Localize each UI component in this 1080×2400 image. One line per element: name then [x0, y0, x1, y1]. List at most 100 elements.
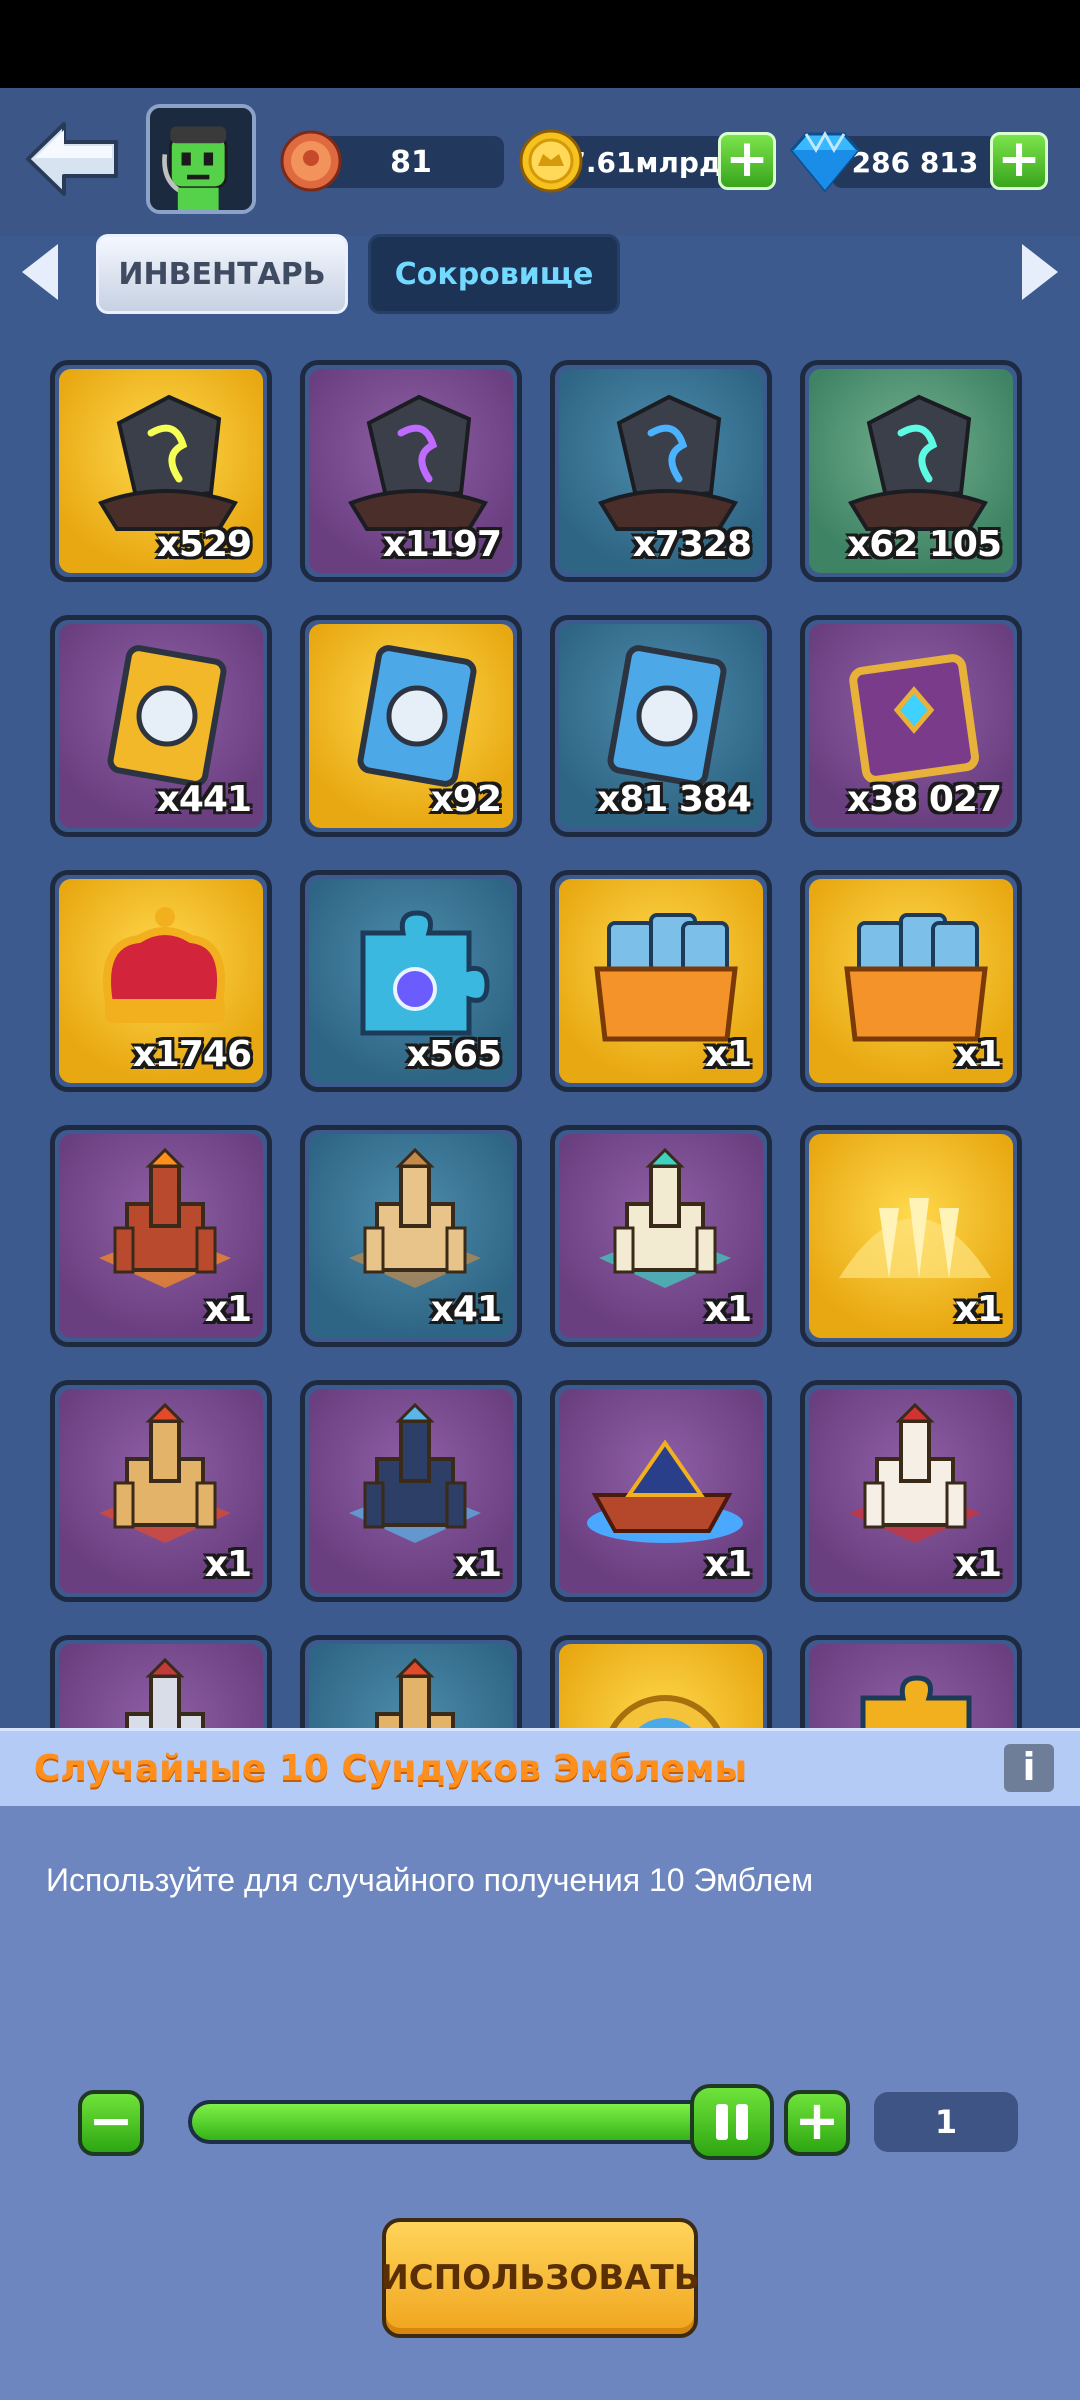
- inventory-slot-background: x441: [59, 624, 263, 828]
- tab-left-arrow-icon[interactable]: [20, 242, 60, 302]
- gold-coin-icon: [519, 129, 583, 193]
- use-button-label: ИСПОЛЬЗОВАТЬ: [380, 2258, 700, 2298]
- silhouette-chest-icon: [839, 1198, 991, 1278]
- item-quantity: x7328: [632, 524, 752, 565]
- inventory-slot[interactable]: [50, 1635, 272, 1730]
- fire-castle-skin-icon: [99, 1148, 231, 1288]
- item-quantity: x1746: [132, 1034, 252, 1075]
- inventory-slot[interactable]: x1: [550, 1380, 772, 1602]
- inventory-slot-background: x41: [309, 1134, 513, 1338]
- inventory-slot[interactable]: x1197: [300, 360, 522, 582]
- inventory-slot-background: x1: [809, 1134, 1013, 1338]
- inventory-slot-background: x1: [59, 1134, 263, 1338]
- inventory-slot-background: x38 027: [809, 624, 1013, 828]
- item-quantity: x81 384: [597, 779, 752, 820]
- item-quantity: x1: [704, 1289, 752, 1330]
- item-quantity: x441: [156, 779, 252, 820]
- puzzle-piece-icon: [860, 1675, 972, 1730]
- inventory-slot-background: x565: [309, 879, 513, 1083]
- item-quantity: x41: [430, 1289, 502, 1330]
- potion-puzzle-piece-icon: [360, 910, 490, 1036]
- inventory-slot-background: x1197: [309, 369, 513, 573]
- inventory-slot[interactable]: [300, 1635, 522, 1730]
- quantity-field[interactable]: 1: [874, 2092, 1018, 2152]
- castle-skin-icon: [125, 1658, 205, 1730]
- rune-stone-blue-icon: [598, 394, 739, 531]
- player-avatar[interactable]: [146, 104, 256, 214]
- inventory-slot[interactable]: x62 105: [800, 360, 1022, 582]
- info-button[interactable]: i: [1004, 1744, 1054, 1792]
- inventory-slot[interactable]: [800, 1635, 1022, 1730]
- christmas-castle-skin-icon: [849, 1403, 981, 1543]
- gold-emblem-card-icon: [107, 645, 227, 787]
- spell-book-icon: [849, 654, 979, 784]
- quantity-value: 1: [934, 2103, 958, 2141]
- back-arrow-icon[interactable]: [24, 118, 120, 200]
- tab-treasure[interactable]: Сокровище: [368, 234, 620, 314]
- item-quantity: x1: [704, 1034, 752, 1075]
- item-quantity: x1: [954, 1289, 1002, 1330]
- inventory-slot-background: x81 384: [559, 624, 763, 828]
- item-quantity: x1: [704, 1544, 752, 1585]
- inventory-slot[interactable]: x529: [50, 360, 272, 582]
- inventory-slot[interactable]: x81 384: [550, 615, 772, 837]
- decrease-quantity-button[interactable]: −: [78, 2090, 144, 2156]
- item-quantity: x1: [204, 1544, 252, 1585]
- inventory-slot[interactable]: x1: [800, 1125, 1022, 1347]
- inventory-slot[interactable]: [550, 1635, 772, 1730]
- item-description: Используйте для случайного получения 10 …: [46, 1862, 814, 1898]
- inventory-slot-background: x529: [59, 369, 263, 573]
- inventory-slot[interactable]: x441: [50, 615, 272, 837]
- use-button[interactable]: ИСПОЛЬЗОВАТЬ: [380, 2218, 700, 2338]
- inventory-slot[interactable]: x92: [300, 615, 522, 837]
- inventory-slot-background: x62 105: [809, 369, 1013, 573]
- tab-treasure-label: Сокровище: [394, 256, 594, 292]
- emblem-chest-icon: [594, 913, 738, 1042]
- inventory-slot-background: x1: [559, 1134, 763, 1338]
- inventory-slot-background: x92: [309, 624, 513, 828]
- inventory-slot[interactable]: x1: [800, 870, 1022, 1092]
- status-bar: [0, 0, 1080, 88]
- item-quantity: x1197: [382, 524, 502, 565]
- inventory-slot[interactable]: x1: [550, 1125, 772, 1347]
- item-quantity: x92: [430, 779, 502, 820]
- rune-stone-green-icon: [848, 394, 989, 531]
- tab-right-arrow-icon[interactable]: [1020, 242, 1060, 302]
- inventory-slot[interactable]: x1: [50, 1125, 272, 1347]
- inventory-slot[interactable]: x1: [50, 1380, 272, 1602]
- desert-castle-skin-icon: [349, 1148, 481, 1288]
- inventory-slot-background: x1: [59, 1389, 263, 1593]
- increase-quantity-button[interactable]: +: [784, 2090, 850, 2156]
- blue-spiked-emblem-card-icon: [357, 645, 477, 787]
- inventory-slot[interactable]: x1: [300, 1380, 522, 1602]
- item-quantity: x565: [406, 1034, 502, 1075]
- gem-amount: 286 813: [851, 145, 979, 179]
- item-title: Случайные 10 Сундуков Эмблемы: [34, 1748, 748, 1789]
- inventory-slot[interactable]: x565: [300, 870, 522, 1092]
- floating-castle-skin-icon: [599, 1148, 731, 1288]
- inventory-slot[interactable]: x7328: [550, 360, 772, 582]
- inventory-slot-background: [59, 1644, 263, 1730]
- dragon-ship-skin-icon: [587, 1439, 743, 1543]
- ice-castle-skin-icon: [349, 1403, 481, 1543]
- item-quantity: x1: [954, 1034, 1002, 1075]
- inventory-slot-background: x1: [809, 879, 1013, 1083]
- inventory-slot[interactable]: x38 027: [800, 615, 1022, 837]
- tab-inventory[interactable]: ИНВЕНТАРЬ: [96, 234, 348, 314]
- inventory-slot[interactable]: x1746: [50, 870, 272, 1092]
- add-gems-button[interactable]: +: [990, 132, 1048, 190]
- item-quantity: x38 027: [847, 779, 1002, 820]
- item-quantity: x62 105: [847, 524, 1002, 565]
- inventory-slot[interactable]: x1: [550, 870, 772, 1092]
- medal-icon: [280, 130, 342, 192]
- quantity-slider-handle[interactable]: [690, 2084, 774, 2160]
- quantity-slider[interactable]: [188, 2100, 748, 2144]
- item-quantity: x1: [954, 1544, 1002, 1585]
- medal-counter: 81: [318, 136, 504, 188]
- add-gold-button[interactable]: +: [718, 132, 776, 190]
- dragon-castle-skin-icon: [99, 1403, 231, 1543]
- inventory-slot[interactable]: x41: [300, 1125, 522, 1347]
- inventory-slot[interactable]: x1: [800, 1380, 1022, 1602]
- medal-count: 81: [390, 144, 432, 180]
- inventory-slot-background: [809, 1644, 1013, 1730]
